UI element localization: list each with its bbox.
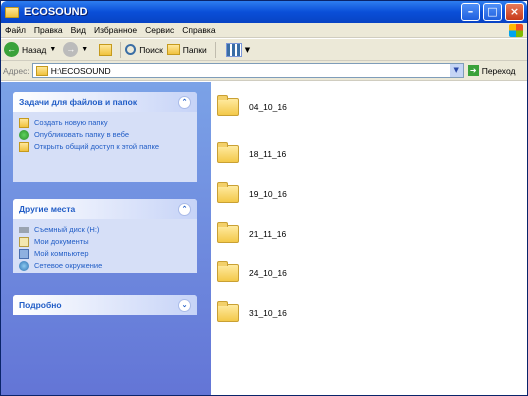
forward-button[interactable]: → ▼ <box>63 42 91 57</box>
file-list: 04_10_16 18_11_16 19_10_16 21_11_16 24_1… <box>211 82 527 395</box>
folder-item[interactable]: 19_10_16 <box>217 182 287 203</box>
computer-icon <box>19 249 29 259</box>
expand-icon[interactable]: ⌄ <box>178 299 191 312</box>
panel-header[interactable]: Другие места ⌃ <box>13 199 197 219</box>
go-label: Переход <box>481 65 516 76</box>
place-removable-disk[interactable]: Съемный диск (H:) <box>19 225 191 235</box>
folder-icon <box>35 65 48 76</box>
globe-icon <box>19 130 29 140</box>
folders-label: Папки <box>182 44 207 55</box>
address-label: Адрес: <box>3 65 30 76</box>
panel-title: Задачи для файлов и папок <box>19 97 138 107</box>
back-button[interactable]: ← Назад ▼ <box>1 42 59 57</box>
go-arrow-icon: ➜ <box>467 65 479 76</box>
network-icon <box>19 261 29 271</box>
folder-icon <box>217 95 239 116</box>
folder-item[interactable]: 18_11_16 <box>217 142 287 163</box>
collapse-icon[interactable]: ⌃ <box>178 96 191 109</box>
menu-favorites[interactable]: Избранное <box>90 25 141 35</box>
chevron-down-icon[interactable]: ▼ <box>49 46 56 53</box>
folder-item[interactable]: 24_10_16 <box>217 261 287 282</box>
views-icon[interactable] <box>225 42 242 57</box>
chevron-down-icon[interactable]: ▼ <box>245 46 250 54</box>
removable-disk-icon <box>19 227 29 233</box>
folder-item[interactable]: 21_11_16 <box>217 222 287 243</box>
task-publish-web[interactable]: Опубликовать папку в вебе <box>19 130 191 140</box>
folders-button[interactable]: Папки <box>166 44 207 55</box>
address-input[interactable]: H:\ECOSOUND ▼ <box>31 63 464 78</box>
search-button[interactable]: Поиск <box>125 44 163 55</box>
panel-title: Подробно <box>19 300 62 310</box>
window-title: ECOSOUND <box>24 6 88 18</box>
menu-view[interactable]: Вид <box>67 25 90 35</box>
menu-bar: Файл Правка Вид Избранное Сервис Справка <box>1 23 527 38</box>
place-my-computer[interactable]: Мой компьютер <box>19 249 191 259</box>
new-folder-icon <box>19 118 29 128</box>
place-network[interactable]: Сетевое окружение <box>19 261 191 271</box>
menu-tools[interactable]: Сервис <box>141 25 178 35</box>
task-pane: Задачи для файлов и папок ⌃ Создать нову… <box>1 82 211 395</box>
search-label: Поиск <box>139 44 163 55</box>
chevron-down-icon[interactable]: ▼ <box>81 46 88 53</box>
chevron-down-icon[interactable]: ▼ <box>449 64 463 77</box>
toolbar-divider <box>214 41 216 58</box>
folder-name: 04_10_16 <box>249 102 287 112</box>
folder-name: 31_10_16 <box>249 308 287 318</box>
menu-file[interactable]: Файл <box>1 25 30 35</box>
minimize-button[interactable]: – <box>461 3 480 21</box>
panel-header[interactable]: Подробно ⌄ <box>13 295 197 315</box>
menu-edit[interactable]: Правка <box>30 25 67 35</box>
other-places-panel: Другие места ⌃ Съемный диск (H:) Мои док… <box>13 199 197 273</box>
file-tasks-panel: Задачи для файлов и папок ⌃ Создать нову… <box>13 92 197 182</box>
folder-item[interactable]: 04_10_16 <box>217 95 287 116</box>
documents-icon <box>19 237 29 247</box>
folder-name: 21_11_16 <box>249 229 287 239</box>
windows-logo-icon <box>509 24 523 37</box>
close-button[interactable]: × <box>505 3 524 21</box>
title-bar[interactable]: ECOSOUND – □ × <box>1 1 527 23</box>
search-icon <box>125 44 137 55</box>
task-new-folder[interactable]: Создать новую папку <box>19 118 191 128</box>
explorer-window: ECOSOUND – □ × Файл Правка Вид Избранное… <box>0 0 528 396</box>
folder-item[interactable]: 31_10_16 <box>217 301 287 322</box>
address-bar: Адрес: H:\ECOSOUND ▼ ➜ Переход <box>1 61 527 81</box>
folder-icon <box>217 261 239 282</box>
back-arrow-icon: ← <box>4 42 19 57</box>
back-label: Назад <box>22 44 47 55</box>
menu-help[interactable]: Справка <box>178 25 219 35</box>
panel-header[interactable]: Задачи для файлов и папок ⌃ <box>13 92 197 112</box>
folder-icon <box>217 222 239 243</box>
folder-icon <box>217 301 239 322</box>
task-share-folder[interactable]: Открыть общий доступ к этой папке <box>19 142 191 152</box>
toolbar-divider <box>120 41 122 58</box>
forward-arrow-icon: → <box>63 42 79 57</box>
details-panel: Подробно ⌄ <box>13 295 197 315</box>
folder-icon <box>5 6 19 18</box>
share-folder-icon <box>19 142 29 152</box>
folder-name: 24_10_16 <box>249 268 287 278</box>
maximize-button[interactable]: □ <box>483 3 502 21</box>
panel-title: Другие места <box>19 204 76 214</box>
folder-up-icon[interactable] <box>99 43 113 56</box>
collapse-icon[interactable]: ⌃ <box>178 203 191 216</box>
folders-icon <box>166 44 180 55</box>
toolbar: ← Назад ▼ → ▼ Поиск Папки ▼ <box>1 39 527 61</box>
folder-icon <box>217 142 239 163</box>
folder-name: 19_10_16 <box>249 189 287 199</box>
go-button[interactable]: ➜ Переход <box>467 65 516 76</box>
address-value: H:\ECOSOUND <box>50 65 111 76</box>
folder-name: 18_11_16 <box>249 149 287 159</box>
folder-icon <box>217 182 239 203</box>
place-my-documents[interactable]: Мои документы <box>19 237 191 247</box>
